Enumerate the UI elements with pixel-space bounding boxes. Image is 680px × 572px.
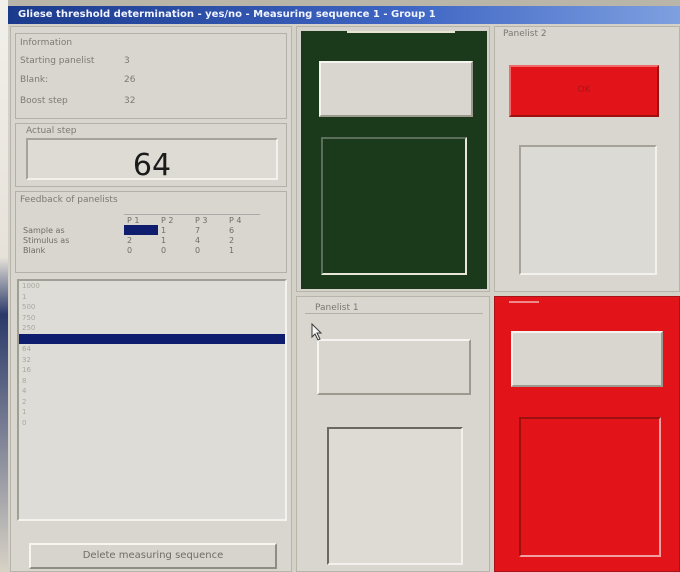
panelist-4-status-box xyxy=(511,331,663,387)
feedback-col-p2: P 2 xyxy=(158,214,192,225)
feedback-cell: 2 xyxy=(229,235,235,245)
actual-step-display: 64 xyxy=(26,138,278,183)
panelist-response-area[interactable] xyxy=(321,137,467,275)
list-item[interactable]: 64 xyxy=(19,344,285,355)
feedback-row-blank: Blank 0 0 0 1 xyxy=(20,245,260,255)
feedback-cell: 1 xyxy=(161,225,167,235)
panelist-tile-bottom-left: Panelist 1 xyxy=(296,296,490,572)
information-heading: Information xyxy=(20,38,73,48)
list-item[interactable]: 32 xyxy=(19,355,285,366)
feedback-cell: 7 xyxy=(195,225,201,235)
feedback-col-p1: P 1 xyxy=(124,214,158,225)
blank-label: Blank: xyxy=(20,75,49,85)
panelist-1-caption: Panelist 1 xyxy=(315,303,359,313)
feedback-cell-selected[interactable] xyxy=(124,225,158,235)
list-item-selected[interactable]: 125 xyxy=(19,333,285,344)
panelist-green-panel xyxy=(301,31,487,289)
feedback-row-label: Blank xyxy=(23,245,46,255)
feedback-col-p4: P 4 xyxy=(226,214,260,225)
panelist-tile-top-right: Panelist 2 OK xyxy=(494,26,680,292)
feedback-cell: 1 xyxy=(229,245,235,255)
window-title: Gliese threshold determination - yes/no … xyxy=(18,9,436,20)
mouse-cursor-icon xyxy=(311,323,323,341)
panelist-tile-top-left xyxy=(296,26,490,292)
panelist-1-status-box xyxy=(317,339,471,395)
control-panel: Information Starting panelist 3 Blank: 2… xyxy=(10,26,292,572)
blank-value: 26 xyxy=(124,75,136,85)
boost-step-label: Boost step xyxy=(20,96,68,106)
actual-step-group: Actual step 64 xyxy=(15,123,287,187)
feedback-cell: 0 xyxy=(127,245,133,255)
feedback-cell: 6 xyxy=(229,225,235,235)
app-window: Gliese threshold determination - yes/no … xyxy=(8,6,680,572)
list-item[interactable]: 2 xyxy=(19,397,285,408)
list-item[interactable]: 1 xyxy=(19,292,285,303)
feedback-header-row: P 1 P 2 P 3 P 4 xyxy=(20,214,260,225)
panelist-4-response-area[interactable] xyxy=(519,417,661,557)
feedback-cell: 2 xyxy=(127,235,133,245)
feedback-col-p3: P 3 xyxy=(192,214,226,225)
list-item[interactable]: 250 xyxy=(19,323,285,334)
feedback-cell: 4 xyxy=(195,235,201,245)
feedback-cell: 0 xyxy=(161,245,167,255)
list-item[interactable]: 1 xyxy=(19,407,285,418)
boost-step-value: 32 xyxy=(124,96,136,106)
list-item[interactable]: 750 xyxy=(19,313,285,324)
panel-caption-line xyxy=(509,301,539,303)
panelist-2-status-box: OK xyxy=(509,65,659,117)
feedback-cell: 1 xyxy=(161,235,167,245)
actual-step-label: Actual step xyxy=(26,126,77,136)
window-title-bar[interactable]: Gliese threshold determination - yes/no … xyxy=(8,6,680,24)
delete-measuring-sequence-button[interactable]: Delete measuring sequence xyxy=(29,543,277,569)
panel-caption-line xyxy=(305,313,483,314)
starting-panelist-label: Starting panelist xyxy=(20,56,95,66)
information-group: Information Starting panelist 3 Blank: 2… xyxy=(15,33,287,119)
list-item[interactable]: 4 xyxy=(19,386,285,397)
list-item[interactable]: 1000 xyxy=(19,281,285,292)
panelist-status-box xyxy=(319,61,473,117)
panelist-tile-bottom-right xyxy=(494,296,680,572)
list-item[interactable]: 0 xyxy=(19,418,285,429)
panelist-2-response-area[interactable] xyxy=(519,145,657,275)
list-item[interactable]: 8 xyxy=(19,376,285,387)
feedback-row-sample: Sample as 1 7 6 xyxy=(20,225,260,235)
panel-caption-line xyxy=(347,31,455,33)
feedback-row-label: Sample as xyxy=(23,225,65,235)
feedback-group: Feedback of panelists P 1 P 2 P 3 P 4 Sa… xyxy=(15,191,287,273)
feedback-row-label: Stimulus as xyxy=(23,235,70,245)
panelist-2-caption: Panelist 2 xyxy=(503,29,547,39)
feedback-row-stimulus: Stimulus as 2 1 4 2 xyxy=(20,235,260,245)
actual-step-value: 64 xyxy=(132,148,172,183)
panelist-1-response-area[interactable] xyxy=(327,427,463,565)
feedback-cell: 0 xyxy=(195,245,201,255)
list-item[interactable]: 16 xyxy=(19,365,285,376)
step-listbox[interactable]: 1000 1 500 750 250 125 64 32 16 8 4 2 1 … xyxy=(17,279,287,521)
feedback-table: P 1 P 2 P 3 P 4 Sample as 1 7 6 Stimulus… xyxy=(20,214,260,255)
starting-panelist-value: 3 xyxy=(124,56,130,66)
list-item[interactable]: 500 xyxy=(19,302,285,313)
background-strip xyxy=(0,0,8,572)
feedback-heading: Feedback of panelists xyxy=(20,195,118,205)
